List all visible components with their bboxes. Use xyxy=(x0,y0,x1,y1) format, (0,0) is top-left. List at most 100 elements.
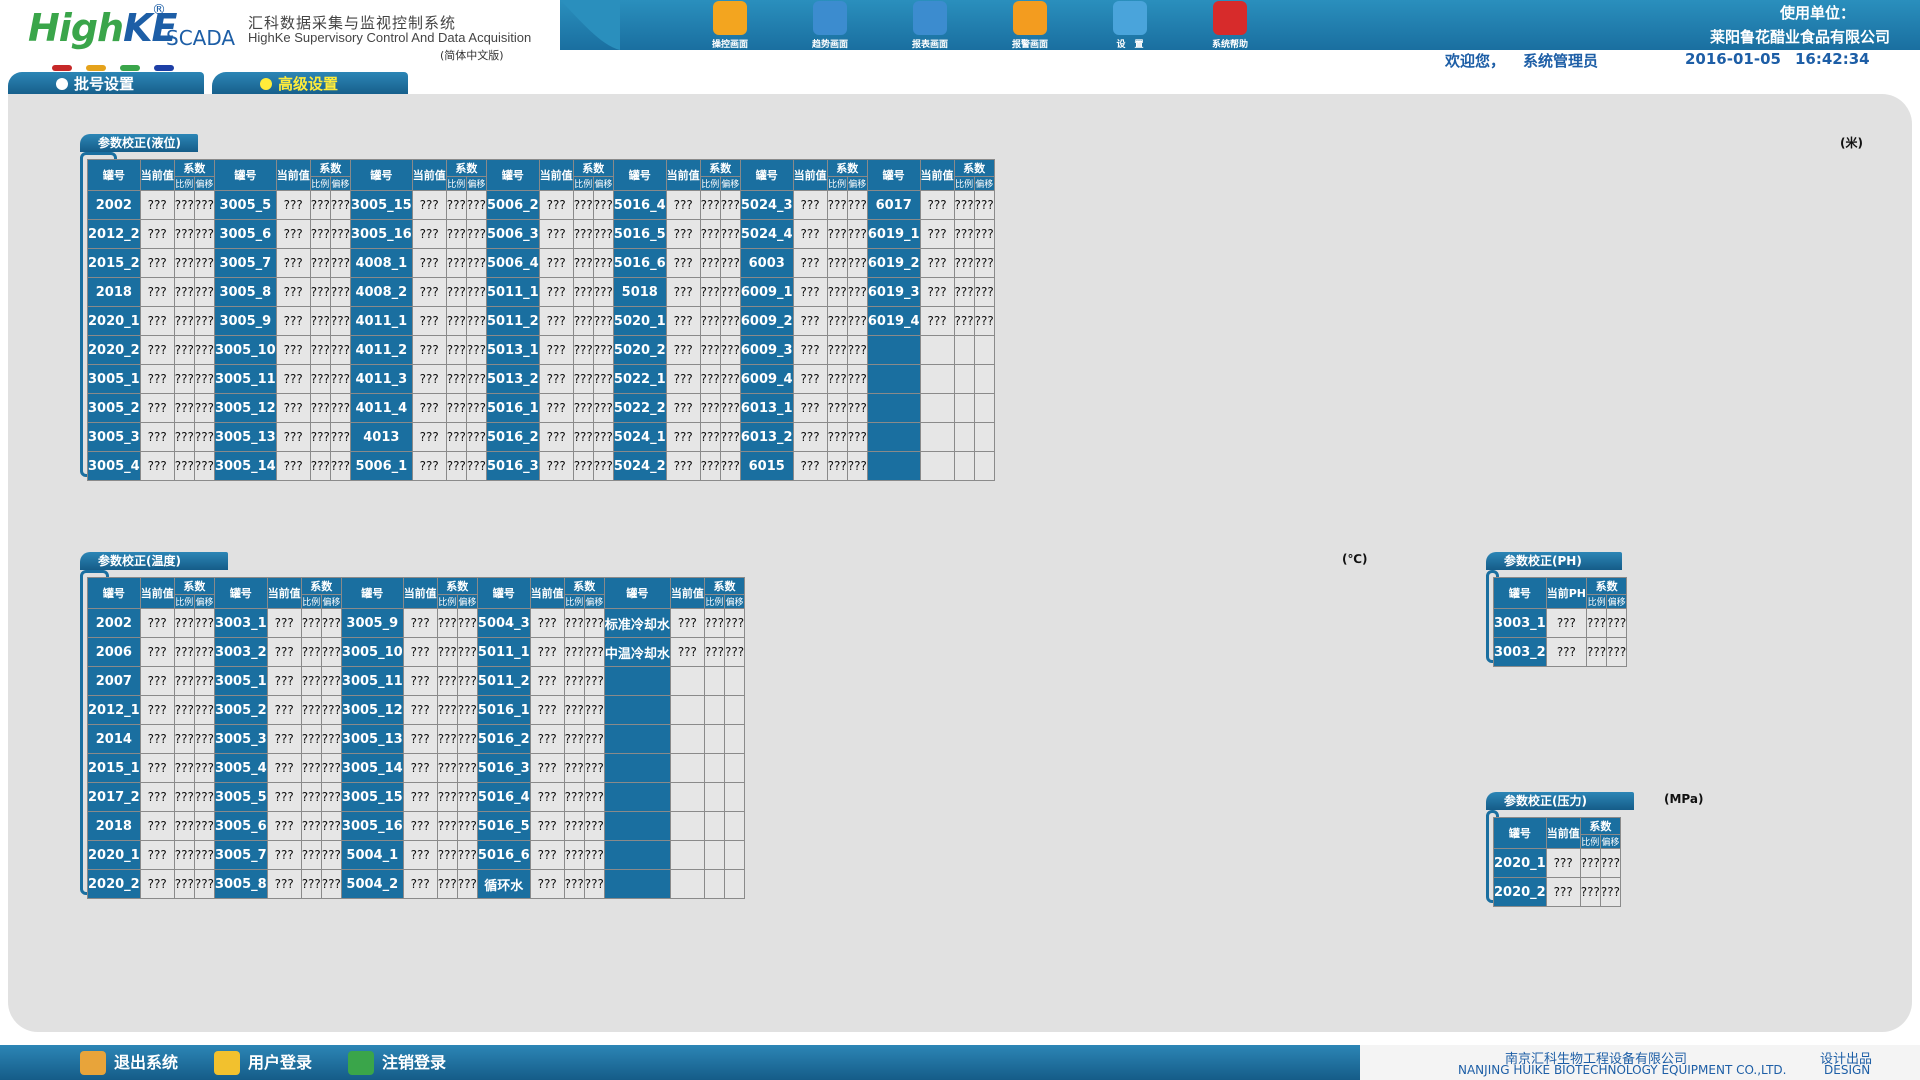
offset-input-cell[interactable]: ??? xyxy=(592,190,614,220)
ratio-input-cell[interactable]: ??? xyxy=(445,219,467,249)
offset-input-cell[interactable]: ??? xyxy=(846,277,868,307)
current-value-cell[interactable]: ??? xyxy=(529,724,565,754)
ratio-input-cell[interactable]: ??? xyxy=(309,393,331,423)
ratio-input-cell[interactable]: ??? xyxy=(1586,608,1608,638)
offset-input-cell[interactable]: ??? xyxy=(193,724,215,754)
ratio-input-cell[interactable]: ??? xyxy=(699,422,721,452)
ratio-input-cell[interactable]: ??? xyxy=(572,248,594,278)
current-value-cell[interactable]: ??? xyxy=(792,248,828,278)
offset-input-cell[interactable]: ??? xyxy=(193,840,215,870)
offset-input-cell[interactable]: ??? xyxy=(592,393,614,423)
offset-input-cell[interactable]: ??? xyxy=(1606,637,1628,667)
ratio-input-cell[interactable]: ??? xyxy=(826,306,848,336)
offset-input-cell[interactable]: ??? xyxy=(846,335,868,365)
current-value-cell[interactable]: ??? xyxy=(275,335,311,365)
ratio-input-cell[interactable]: ??? xyxy=(445,451,467,481)
current-value-cell[interactable]: ??? xyxy=(538,190,574,220)
current-value-cell[interactable]: ??? xyxy=(139,782,175,812)
current-value-cell[interactable]: ??? xyxy=(665,190,701,220)
current-value-cell[interactable]: ??? xyxy=(139,637,175,667)
ratio-input-cell[interactable]: ??? xyxy=(445,277,467,307)
offset-input-cell[interactable]: ??? xyxy=(723,637,746,667)
offset-input-cell[interactable]: ??? xyxy=(193,811,215,841)
current-value-cell[interactable]: ??? xyxy=(665,422,701,452)
ratio-input-cell[interactable]: ??? xyxy=(826,190,848,220)
current-value-cell[interactable]: ??? xyxy=(529,811,565,841)
offset-input-cell[interactable]: ??? xyxy=(465,219,487,249)
offset-input-cell[interactable]: ??? xyxy=(583,840,605,870)
ratio-input-cell[interactable]: ??? xyxy=(173,451,195,481)
ratio-input-cell[interactable]: ??? xyxy=(699,306,721,336)
ratio-input-cell[interactable]: ??? xyxy=(703,608,725,638)
offset-input-cell[interactable]: ??? xyxy=(320,666,342,696)
ratio-input-cell[interactable]: ??? xyxy=(563,782,585,812)
offset-input-cell[interactable]: ??? xyxy=(320,869,342,899)
offset-input-cell[interactable]: ??? xyxy=(592,335,614,365)
current-value-cell[interactable]: ??? xyxy=(529,637,565,667)
offset-input-cell[interactable]: ??? xyxy=(583,811,605,841)
ratio-input-cell[interactable]: ??? xyxy=(173,666,195,696)
ratio-input-cell[interactable]: ??? xyxy=(699,451,721,481)
current-value-cell[interactable]: ??? xyxy=(538,364,574,394)
current-value-cell[interactable]: ??? xyxy=(139,306,175,336)
offset-input-cell[interactable]: ??? xyxy=(329,277,351,307)
offset-input-cell[interactable]: ??? xyxy=(846,219,868,249)
offset-input-cell[interactable]: ??? xyxy=(583,666,605,696)
offset-input-cell[interactable]: ??? xyxy=(973,219,995,249)
offset-input-cell[interactable]: ??? xyxy=(465,277,487,307)
offset-input-cell[interactable]: ??? xyxy=(719,422,741,452)
current-value-cell[interactable]: ??? xyxy=(266,753,302,783)
offset-input-cell[interactable]: ??? xyxy=(329,248,351,278)
current-value-cell[interactable]: ??? xyxy=(139,248,175,278)
current-value-cell[interactable]: ??? xyxy=(411,277,447,307)
offset-input-cell[interactable]: ??? xyxy=(456,753,478,783)
ratio-input-cell[interactable]: ??? xyxy=(572,335,594,365)
ratio-input-cell[interactable]: ??? xyxy=(572,364,594,394)
offset-input-cell[interactable]: ??? xyxy=(583,782,605,812)
ratio-input-cell[interactable]: ??? xyxy=(703,637,725,667)
offset-input-cell[interactable]: ??? xyxy=(1599,877,1621,907)
tab-1[interactable]: 高级设置 xyxy=(212,72,408,96)
ratio-input-cell[interactable]: ??? xyxy=(953,306,975,336)
current-value-cell[interactable]: ??? xyxy=(792,219,828,249)
offset-input-cell[interactable]: ??? xyxy=(719,277,741,307)
offset-input-cell[interactable]: ??? xyxy=(193,335,215,365)
ratio-input-cell[interactable]: ??? xyxy=(309,422,331,452)
current-value-cell[interactable]: ??? xyxy=(139,811,175,841)
tab-0[interactable]: 批号设置 xyxy=(8,72,204,96)
ratio-input-cell[interactable]: ??? xyxy=(953,190,975,220)
offset-input-cell[interactable]: ??? xyxy=(456,695,478,725)
current-value-cell[interactable]: ??? xyxy=(411,190,447,220)
ratio-input-cell[interactable]: ??? xyxy=(309,219,331,249)
ratio-input-cell[interactable]: ??? xyxy=(173,393,195,423)
offset-input-cell[interactable]: ??? xyxy=(193,451,215,481)
offset-input-cell[interactable]: ??? xyxy=(193,364,215,394)
offset-input-cell[interactable]: ??? xyxy=(592,306,614,336)
current-value-cell[interactable]: ??? xyxy=(665,219,701,249)
offset-input-cell[interactable]: ??? xyxy=(193,782,215,812)
ratio-input-cell[interactable]: ??? xyxy=(436,608,458,638)
ratio-input-cell[interactable]: ??? xyxy=(436,724,458,754)
offset-input-cell[interactable]: ??? xyxy=(193,695,215,725)
offset-input-cell[interactable]: ??? xyxy=(320,811,342,841)
ratio-input-cell[interactable]: ??? xyxy=(300,666,322,696)
ratio-input-cell[interactable]: ??? xyxy=(445,248,467,278)
offset-input-cell[interactable]: ??? xyxy=(193,190,215,220)
current-value-cell[interactable]: ??? xyxy=(139,753,175,783)
ratio-input-cell[interactable]: ??? xyxy=(173,753,195,783)
current-value-cell[interactable]: ??? xyxy=(1545,848,1581,878)
ratio-input-cell[interactable]: ??? xyxy=(309,190,331,220)
user-login-button[interactable]: 用户登录 xyxy=(214,1051,312,1075)
ratio-input-cell[interactable]: ??? xyxy=(699,248,721,278)
offset-input-cell[interactable]: ??? xyxy=(465,364,487,394)
offset-input-cell[interactable]: ??? xyxy=(973,306,995,336)
offset-input-cell[interactable]: ??? xyxy=(456,840,478,870)
current-value-cell[interactable]: ??? xyxy=(411,306,447,336)
toolbar-button-1[interactable]: 趋势画面 xyxy=(780,0,880,50)
offset-input-cell[interactable]: ??? xyxy=(193,393,215,423)
current-value-cell[interactable]: ??? xyxy=(266,608,302,638)
offset-input-cell[interactable]: ??? xyxy=(320,840,342,870)
offset-input-cell[interactable]: ??? xyxy=(973,277,995,307)
ratio-input-cell[interactable]: ??? xyxy=(436,869,458,899)
offset-input-cell[interactable]: ??? xyxy=(329,219,351,249)
